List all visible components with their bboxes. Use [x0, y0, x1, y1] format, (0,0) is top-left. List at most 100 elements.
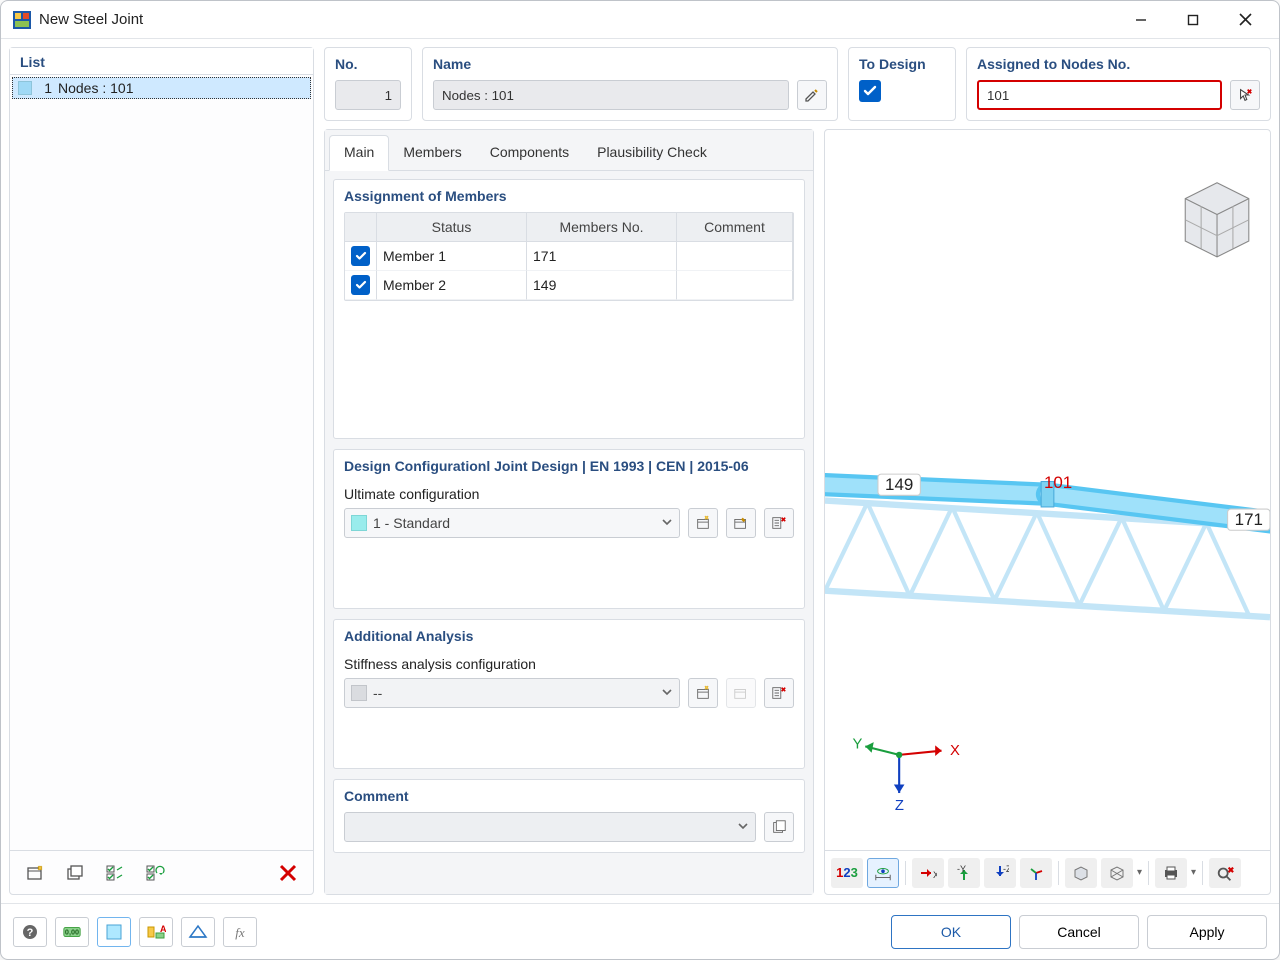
row-check-cell [345, 271, 377, 300]
col-status: Status [377, 213, 527, 242]
stiffness-combo[interactable]: -- [344, 678, 680, 708]
table-row[interactable]: Member 2 149 [345, 271, 793, 300]
view-y-button[interactable]: -Y [948, 858, 980, 888]
pick-config-button[interactable] [764, 508, 794, 538]
chevron-down-icon [737, 819, 749, 835]
tab-content-main: Assignment of Members Status Members No.… [325, 171, 813, 894]
pick-node-button[interactable] [1230, 80, 1260, 110]
view-x-button[interactable]: X [912, 858, 944, 888]
combo-swatch [351, 685, 367, 701]
assigned-panel: Assigned to Nodes No. [966, 47, 1271, 121]
svg-text:fx: fx [235, 925, 245, 940]
assignment-title: Assignment of Members [344, 180, 794, 212]
col-members-no: Members No. [527, 213, 677, 242]
render-wire-button[interactable] [1101, 858, 1133, 888]
preview-scene[interactable]: 149 171 101 X Y [825, 130, 1270, 850]
tab-members[interactable]: Members [389, 136, 475, 170]
top-row: No. Name To Design [324, 47, 1271, 121]
new-stiffness-button[interactable] [688, 678, 718, 708]
axis-x-label: X [950, 743, 960, 759]
preview-panel: 149 171 101 X Y [824, 129, 1271, 895]
cancel-button[interactable]: Cancel [1019, 915, 1139, 949]
preview-toolbar: 123 X -Y -Z ▾ [825, 850, 1270, 894]
tabs-panel: Main Members Components Plausibility Che… [324, 129, 814, 895]
no-input[interactable] [335, 80, 401, 110]
comment-title: Comment [344, 780, 794, 812]
to-design-checkbox[interactable] [859, 80, 881, 102]
member-left-label: 149 [885, 475, 913, 494]
numbering-button[interactable]: 123 [831, 858, 863, 888]
edit-config-button[interactable] [726, 508, 756, 538]
help-button[interactable]: ? [13, 917, 47, 947]
no-label: No. [335, 48, 401, 80]
formula-button[interactable]: fx [223, 917, 257, 947]
print-button[interactable] [1155, 858, 1187, 888]
client-area: List 1 Nodes : 101 [1, 39, 1279, 903]
tab-strip: Main Members Components Plausibility Che… [325, 130, 813, 171]
tab-main[interactable]: Main [329, 135, 389, 171]
view-z-button[interactable]: -Z [984, 858, 1016, 888]
ok-button[interactable]: OK [891, 915, 1011, 949]
color-button[interactable] [97, 917, 131, 947]
row-check-cell [345, 242, 377, 271]
design-mode-button[interactable] [181, 917, 215, 947]
edit-name-button[interactable] [797, 80, 827, 110]
list-item[interactable]: 1 Nodes : 101 [12, 77, 311, 99]
close-button[interactable] [1219, 1, 1271, 39]
axis-y-label: Y [853, 737, 863, 753]
new-item-button[interactable] [18, 858, 52, 888]
apply-button[interactable]: Apply [1147, 915, 1267, 949]
row-members-no: 171 [527, 242, 677, 271]
delete-item-button[interactable] [271, 858, 305, 888]
name-input[interactable] [433, 80, 789, 110]
row-comment [677, 242, 793, 271]
new-config-button[interactable] [688, 508, 718, 538]
col-check [345, 213, 377, 242]
design-config-group: Design Configurationl Joint Design | EN … [333, 449, 805, 609]
comment-group: Comment [333, 779, 805, 853]
list-panel: List 1 Nodes : 101 [9, 47, 314, 895]
row-status: Member 2 [377, 271, 527, 300]
additional-group: Additional Analysis Stiffness analysis c… [333, 619, 805, 769]
list-item-swatch [18, 81, 32, 95]
assigned-input[interactable] [977, 80, 1222, 110]
show-dimensions-button[interactable] [867, 858, 899, 888]
comment-library-button[interactable] [764, 812, 794, 842]
toggle-check-button[interactable] [138, 858, 172, 888]
window-title: New Steel Joint [39, 11, 143, 28]
list-body[interactable]: 1 Nodes : 101 [10, 75, 313, 850]
titlebar: New Steel Joint [1, 1, 1279, 39]
svg-text:-Y: -Y [957, 864, 966, 874]
check-all-button[interactable] [98, 858, 132, 888]
view-iso-button[interactable] [1020, 858, 1052, 888]
no-panel: No. [324, 47, 412, 121]
footer: ? 0,00 A fx OK Cancel Apply [1, 903, 1279, 959]
ultimate-combo[interactable]: 1 - Standard [344, 508, 680, 538]
minimize-button[interactable] [1115, 1, 1167, 39]
svg-text:0,00: 0,00 [65, 927, 79, 936]
node-label: 101 [1044, 473, 1072, 492]
edit-stiffness-button [726, 678, 756, 708]
assignment-group: Assignment of Members Status Members No.… [333, 179, 805, 439]
row-checkbox[interactable] [351, 275, 370, 295]
cube-gizmo-icon[interactable] [1185, 183, 1249, 257]
svg-text:X: X [933, 870, 937, 880]
pick-stiffness-button[interactable] [764, 678, 794, 708]
tab-components[interactable]: Components [476, 136, 583, 170]
reset-view-button[interactable] [1209, 858, 1241, 888]
comment-combo[interactable] [344, 812, 756, 842]
stiffness-value: -- [373, 685, 655, 701]
table-row[interactable]: Member 1 171 [345, 242, 793, 271]
render-solid-button[interactable] [1065, 858, 1097, 888]
mid-area: Main Members Components Plausibility Che… [324, 129, 1271, 895]
member-right-label: 171 [1235, 510, 1263, 529]
maximize-button[interactable] [1167, 1, 1219, 39]
row-checkbox[interactable] [351, 246, 370, 266]
assignment-grid: Status Members No. Comment [344, 212, 794, 301]
units-button[interactable]: 0,00 [55, 917, 89, 947]
annotations-button[interactable]: A [139, 917, 173, 947]
tab-plausibility[interactable]: Plausibility Check [583, 136, 721, 170]
list-item-no: 1 [38, 80, 52, 96]
copy-item-button[interactable] [58, 858, 92, 888]
list-header: List [10, 48, 313, 75]
